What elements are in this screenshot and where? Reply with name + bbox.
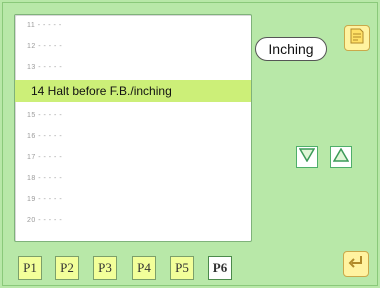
list-item-label: 19 - - - - - xyxy=(27,196,63,203)
parameter-list[interactable]: 11 - - - - - 12 - - - - - 13 - - - - - 1… xyxy=(14,14,252,242)
list-item-label: 11 - - - - - xyxy=(27,22,62,29)
list-item[interactable]: 15 - - - - - xyxy=(15,105,251,126)
list-item-label: 13 - - - - - xyxy=(27,64,63,71)
list-item[interactable]: 13 - - - - - xyxy=(15,57,251,78)
triangle-up-icon xyxy=(332,147,350,167)
scroll-down-button[interactable] xyxy=(296,146,318,168)
return-button[interactable] xyxy=(343,251,369,277)
list-item-label: 15 - - - - - xyxy=(27,112,63,119)
tab-p5[interactable]: P5 xyxy=(170,256,194,280)
list-item-label: 16 - - - - - xyxy=(27,133,63,140)
tab-p4[interactable]: P4 xyxy=(132,256,156,280)
tab-p6[interactable]: P6 xyxy=(208,256,232,280)
list-item[interactable]: 19 - - - - - xyxy=(15,189,251,210)
list-item[interactable]: 18 - - - - - xyxy=(15,168,251,189)
list-item-label: 14 Halt before F.B./inching xyxy=(31,84,172,98)
return-icon xyxy=(347,253,365,276)
list-item[interactable]: 20 - - - - - xyxy=(15,210,251,231)
list-item[interactable]: 12 - - - - - xyxy=(15,36,251,57)
tab-p1[interactable]: P1 xyxy=(18,256,42,280)
list-item-selected[interactable]: 14 Halt before F.B./inching xyxy=(15,80,251,102)
list-item-label: 18 - - - - - xyxy=(27,175,63,182)
list-item[interactable]: 11 - - - - - xyxy=(15,15,251,36)
tab-p3[interactable]: P3 xyxy=(93,256,117,280)
tab-p2[interactable]: P2 xyxy=(55,256,79,280)
document-icon xyxy=(348,27,366,50)
triangle-down-icon xyxy=(298,147,316,167)
list-item[interactable]: 16 - - - - - xyxy=(15,126,251,147)
inching-button[interactable]: Inching xyxy=(255,37,327,61)
list-item[interactable]: 17 - - - - - xyxy=(15,147,251,168)
list-item-label: 20 - - - - - xyxy=(27,217,63,224)
scroll-up-button[interactable] xyxy=(330,146,352,168)
document-button[interactable] xyxy=(344,25,370,51)
list-item-label: 17 - - - - - xyxy=(27,154,63,161)
list-item-label: 12 - - - - - xyxy=(27,43,63,50)
